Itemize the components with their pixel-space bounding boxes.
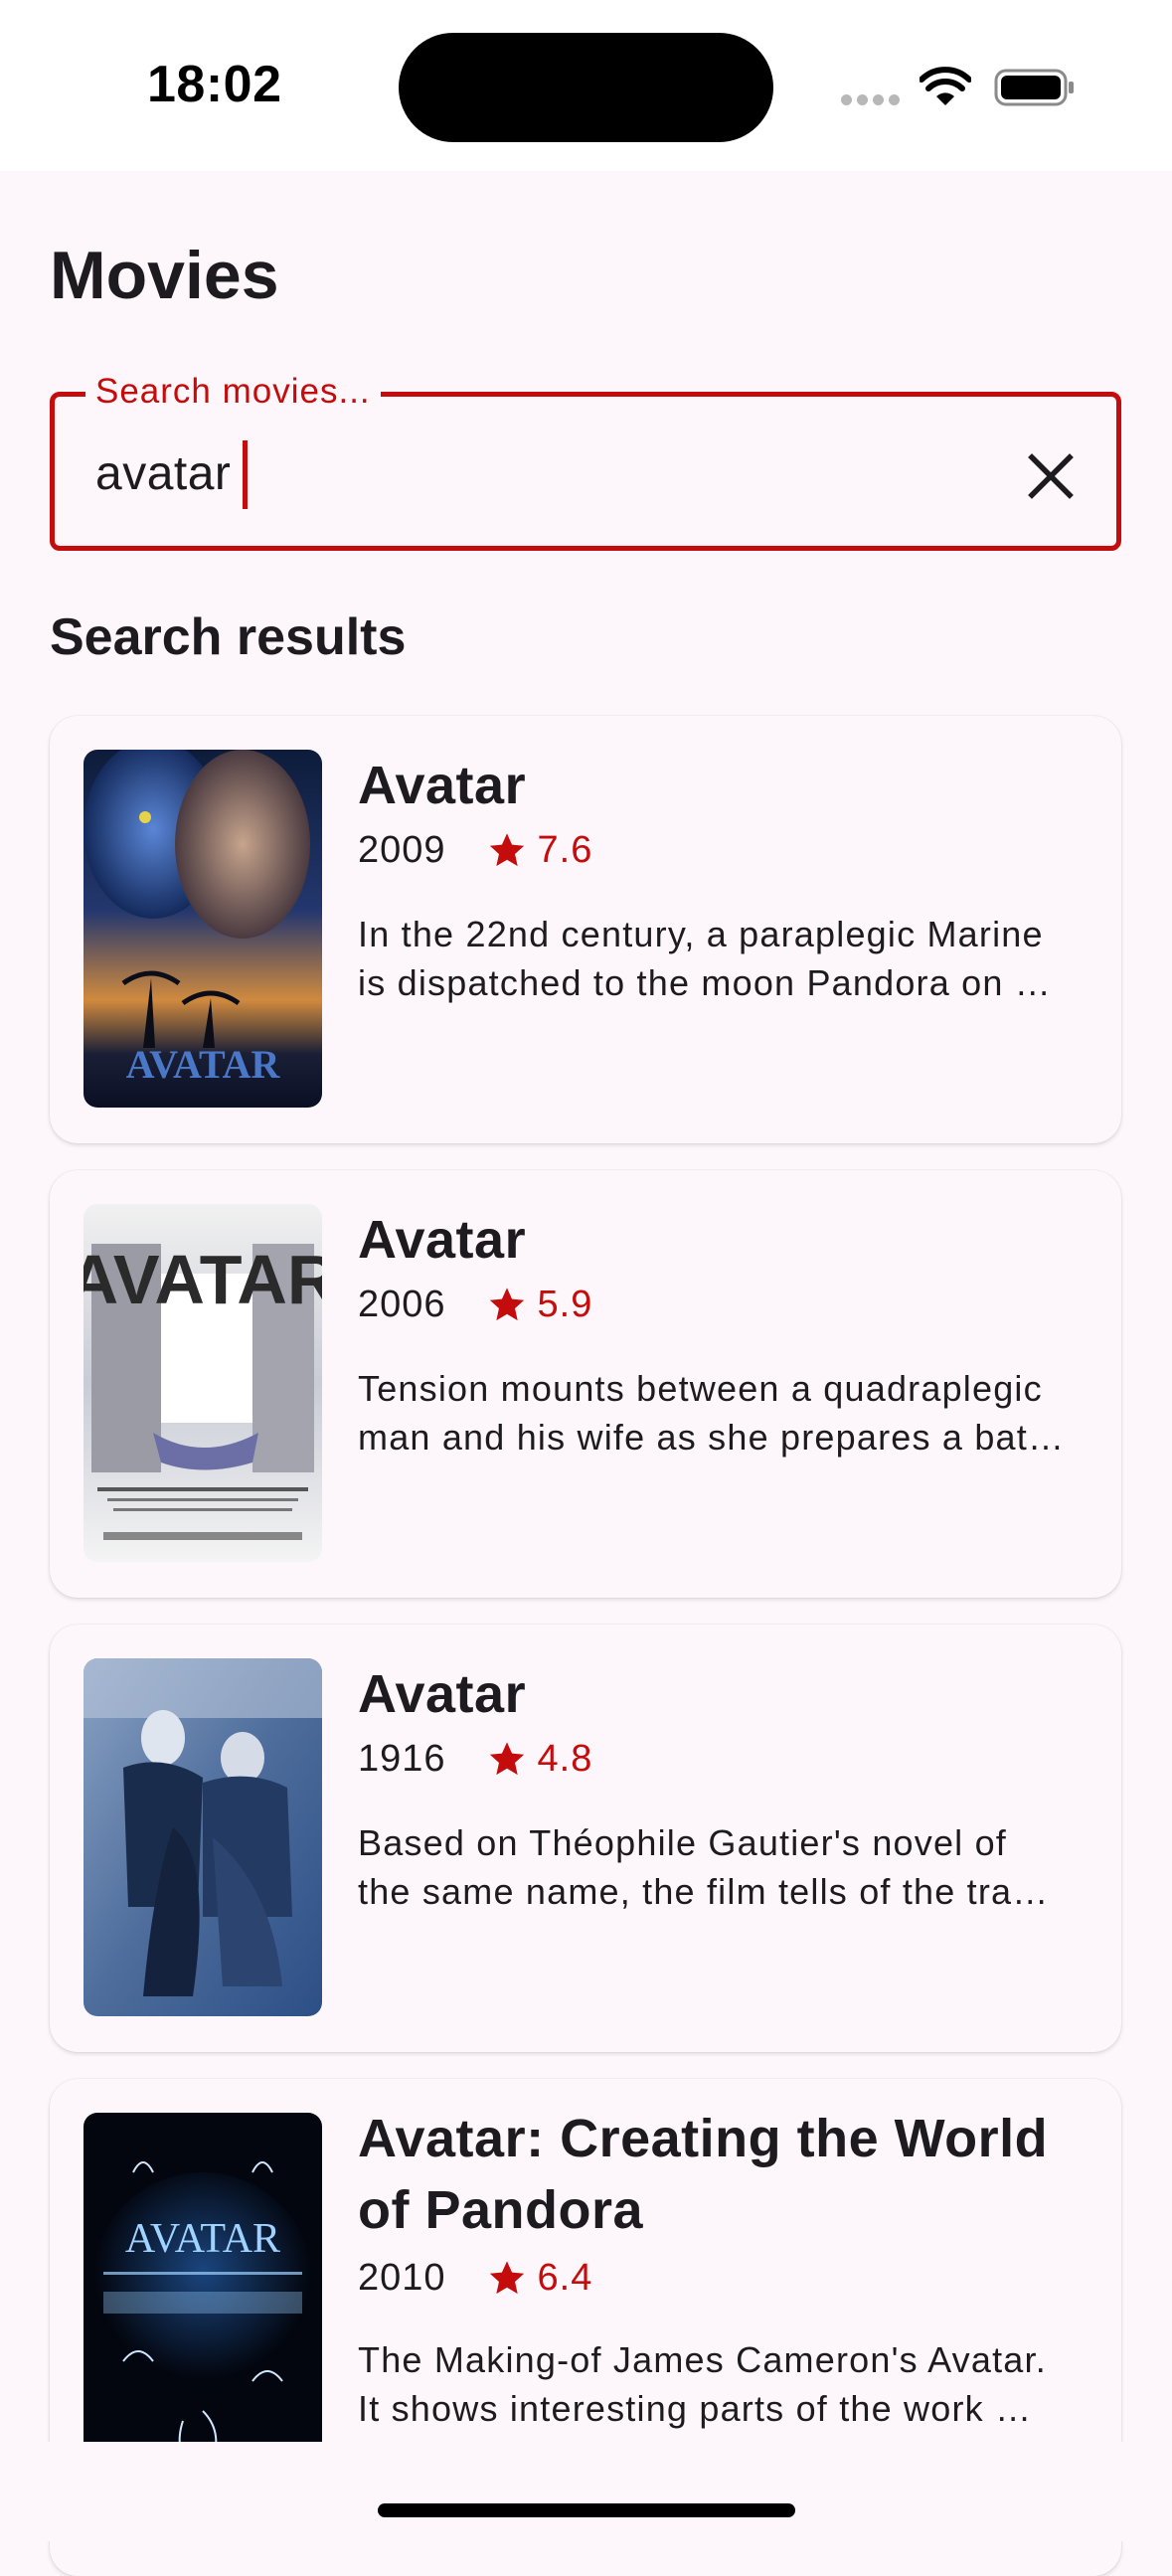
movie-meta: 2009 7.6 (358, 820, 592, 880)
movie-rating: 6.4 (537, 2256, 593, 2299)
movie-card[interactable]: AVATAR Avatar 2009 7.6 In the 22nd centu… (50, 716, 1121, 1143)
status-bar: 18:02 (0, 0, 1172, 171)
dynamic-island (399, 33, 773, 142)
movie-title: Avatar (358, 1664, 527, 1724)
status-time: 18:02 (147, 56, 282, 113)
search-input[interactable] (95, 443, 990, 503)
movie-rating: 4.8 (537, 1737, 593, 1780)
movie-poster (84, 1658, 322, 2016)
movie-title: Avatar (358, 756, 527, 815)
search-field-label: Search movies... (85, 372, 381, 412)
poster-title-text: AVATAR (126, 1042, 281, 1087)
section-title: Search results (50, 608, 407, 666)
page-title: Movies (50, 238, 279, 313)
movie-meta: 2010 6.4 (358, 2248, 592, 2308)
bottom-safe-area (0, 2442, 1172, 2541)
movie-poster: AVATAR (84, 750, 322, 1108)
star-icon (489, 1742, 524, 1776)
home-indicator[interactable] (378, 2503, 795, 2517)
movie-year: 2006 (358, 1283, 446, 1325)
movie-title: Avatar (358, 1210, 527, 1270)
close-icon[interactable] (1016, 441, 1086, 511)
movie-year: 2009 (358, 828, 446, 871)
movie-card[interactable]: AVATAR Avatar 2006 5.9 Tension mounts be… (50, 1170, 1121, 1598)
movie-year: 1916 (358, 1737, 446, 1780)
star-icon (489, 2261, 524, 2295)
text-cursor (243, 440, 248, 509)
movie-overview: Tension mounts between a quadraplegic ma… (358, 1368, 1066, 1458)
movie-card[interactable]: Avatar 1916 4.8 Based on Théophile Gauti… (50, 1625, 1121, 2052)
movie-overview: Based on Théophile Gautier's novel of th… (358, 1822, 1050, 1912)
poster-title-text: AVATAR (84, 1241, 322, 1318)
wifi-icon (920, 67, 971, 105)
movie-overview: The Making-of James Cameron's Avatar. It… (358, 2339, 1047, 2429)
movie-meta: 1916 4.8 (358, 1729, 592, 1789)
movie-overview: In the 22nd century, a paraplegic Marine… (358, 914, 1053, 1003)
movie-year: 2010 (358, 2256, 446, 2299)
poster-title-text: AVATAR (125, 2216, 280, 2262)
movie-poster: AVATAR (84, 1204, 322, 1562)
movie-meta: 2006 5.9 (358, 1275, 592, 1334)
movie-title: Avatar: Creating the World of Pandora (358, 2109, 1049, 2240)
battery-icon (994, 69, 1074, 106)
star-icon (489, 833, 524, 867)
cellular-signal-icon (841, 94, 901, 106)
movie-rating: 5.9 (537, 1283, 593, 1325)
star-icon (489, 1288, 524, 1321)
movie-rating: 7.6 (537, 828, 593, 871)
